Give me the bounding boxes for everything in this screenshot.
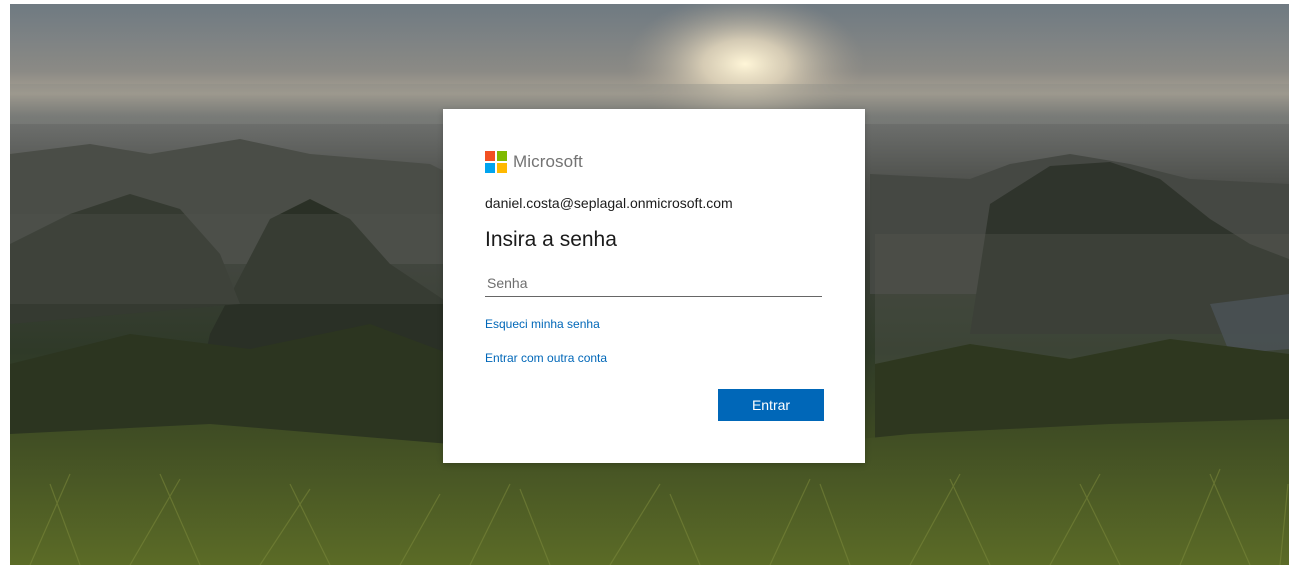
password-input[interactable] — [485, 269, 822, 297]
forgot-password-link[interactable]: Esqueci minha senha — [485, 317, 600, 331]
logo-square-blue — [485, 163, 495, 173]
logo-square-red — [485, 151, 495, 161]
signin-card: Microsoft daniel.costa@seplagal.onmicros… — [443, 109, 865, 463]
logo-square-green — [497, 151, 507, 161]
logo-square-yellow — [497, 163, 507, 173]
account-email: daniel.costa@seplagal.onmicrosoft.com — [485, 195, 733, 211]
microsoft-logo-icon — [485, 151, 507, 173]
brand-name: Microsoft — [513, 152, 583, 171]
login-page: Microsoft daniel.costa@seplagal.onmicros… — [0, 0, 1289, 565]
microsoft-logo: Microsoft — [485, 151, 583, 173]
signin-submit-button[interactable]: Entrar — [718, 389, 824, 421]
other-account-link[interactable]: Entrar com outra conta — [485, 351, 607, 365]
page-title: Insira a senha — [485, 228, 617, 251]
